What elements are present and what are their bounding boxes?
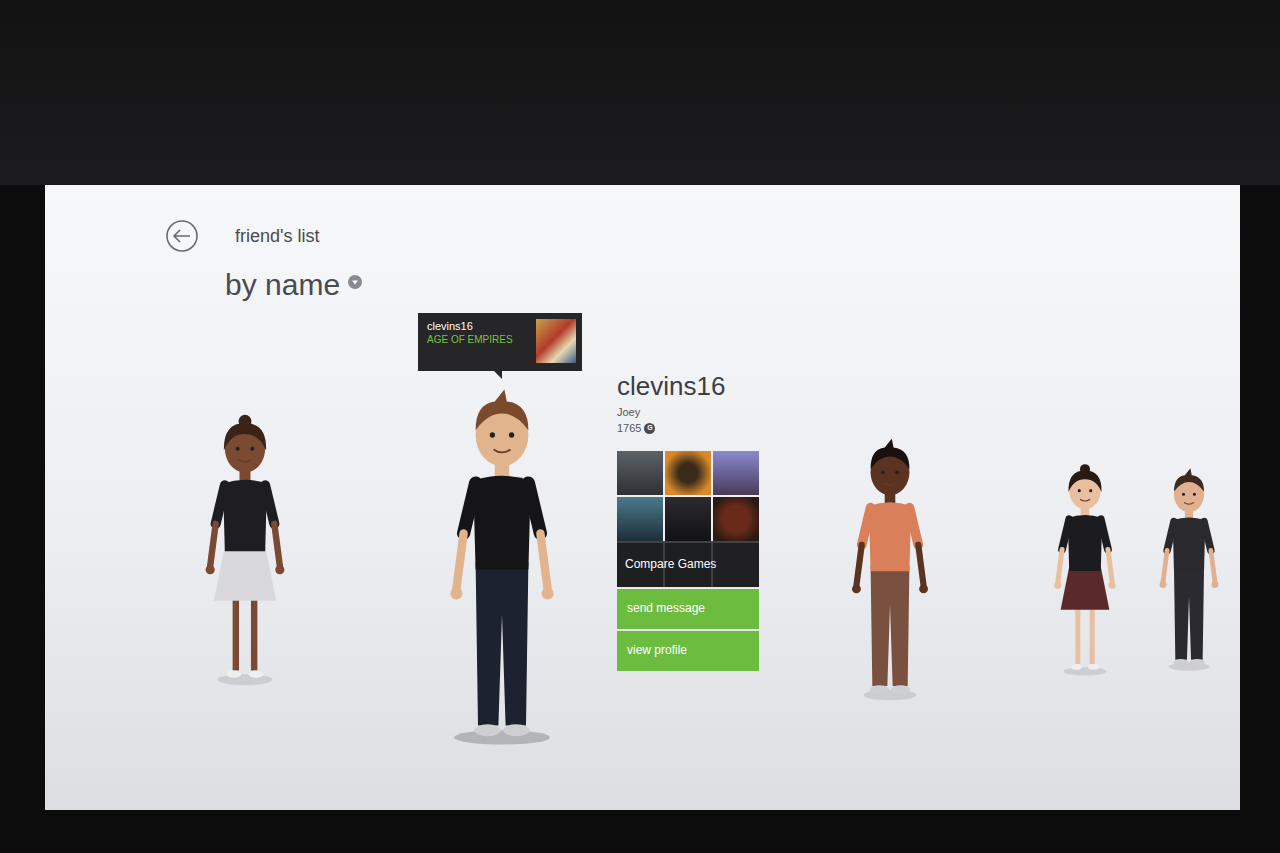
- avatar-figure-icon[interactable]: [190, 412, 300, 687]
- avatar-shirt: [223, 480, 267, 551]
- friend-avatar[interactable]: [190, 412, 300, 687]
- profile-card: clevins16 Joey1765G Compare Games send mess…: [617, 372, 769, 671]
- game-tile[interactable]: [713, 497, 759, 541]
- room-background: [0, 0, 1280, 185]
- compare-games-label[interactable]: Compare Games: [625, 555, 716, 573]
- send-message-button[interactable]: send message: [617, 589, 759, 629]
- avatar-stage: clevins16AGE OF EMPIRESclevins16Joey1765…: [45, 317, 1240, 757]
- game-thumbnail: [536, 319, 576, 363]
- friend-avatar[interactable]: [837, 437, 943, 702]
- sort-selector[interactable]: by name: [225, 267, 1240, 303]
- screen: friend's list by name clevins16AGE OF EM…: [45, 185, 1240, 810]
- compare-games-button[interactable]: Compare Games: [617, 541, 759, 587]
- tooltip-game: AGE OF EMPIRES: [427, 333, 513, 346]
- avatar-figure-icon[interactable]: [430, 387, 574, 747]
- gamerscore-icon: G: [644, 423, 655, 434]
- avatar-figure-icon[interactable]: [1148, 467, 1230, 672]
- avatar-figure-icon[interactable]: [1042, 462, 1128, 677]
- avatar-figure-icon[interactable]: [837, 437, 943, 702]
- friend-tooltip: clevins16AGE OF EMPIRES: [418, 313, 582, 371]
- profile-real-name: Joey: [617, 404, 769, 421]
- profile-gamertag: clevins16: [617, 372, 769, 401]
- sort-label[interactable]: by name: [225, 267, 340, 303]
- avatar-shirt: [473, 476, 531, 570]
- back-button[interactable]: [165, 219, 199, 253]
- gamerscore-value: 1765: [617, 420, 641, 437]
- tooltip-gamertag: clevins16: [427, 319, 513, 333]
- avatar-shirt: [1068, 515, 1102, 571]
- back-arrow-icon[interactable]: [165, 219, 199, 253]
- profile-actions: send messageview profile: [617, 589, 769, 671]
- view-profile-button[interactable]: view profile: [617, 631, 759, 671]
- tooltip-text: clevins16AGE OF EMPIRES: [427, 319, 513, 346]
- friend-avatar[interactable]: [1042, 462, 1128, 677]
- game-tile[interactable]: [665, 497, 711, 541]
- game-tile[interactable]: [665, 451, 711, 495]
- page-title: friend's list: [235, 223, 319, 250]
- dropdown-icon[interactable]: [348, 275, 362, 289]
- avatar-shirt: [869, 502, 911, 571]
- header: friend's list: [45, 185, 1240, 253]
- gamerscore: 1765G: [617, 420, 769, 437]
- avatar-shirt: [1173, 518, 1206, 571]
- friend-avatar[interactable]: clevins16AGE OF EMPIRES: [430, 387, 574, 747]
- game-tile[interactable]: [617, 451, 663, 495]
- compare-games-tiles[interactable]: Compare Games: [617, 451, 759, 587]
- friend-avatar[interactable]: [1148, 467, 1230, 672]
- game-tile[interactable]: [617, 497, 663, 541]
- game-tile[interactable]: [713, 451, 759, 495]
